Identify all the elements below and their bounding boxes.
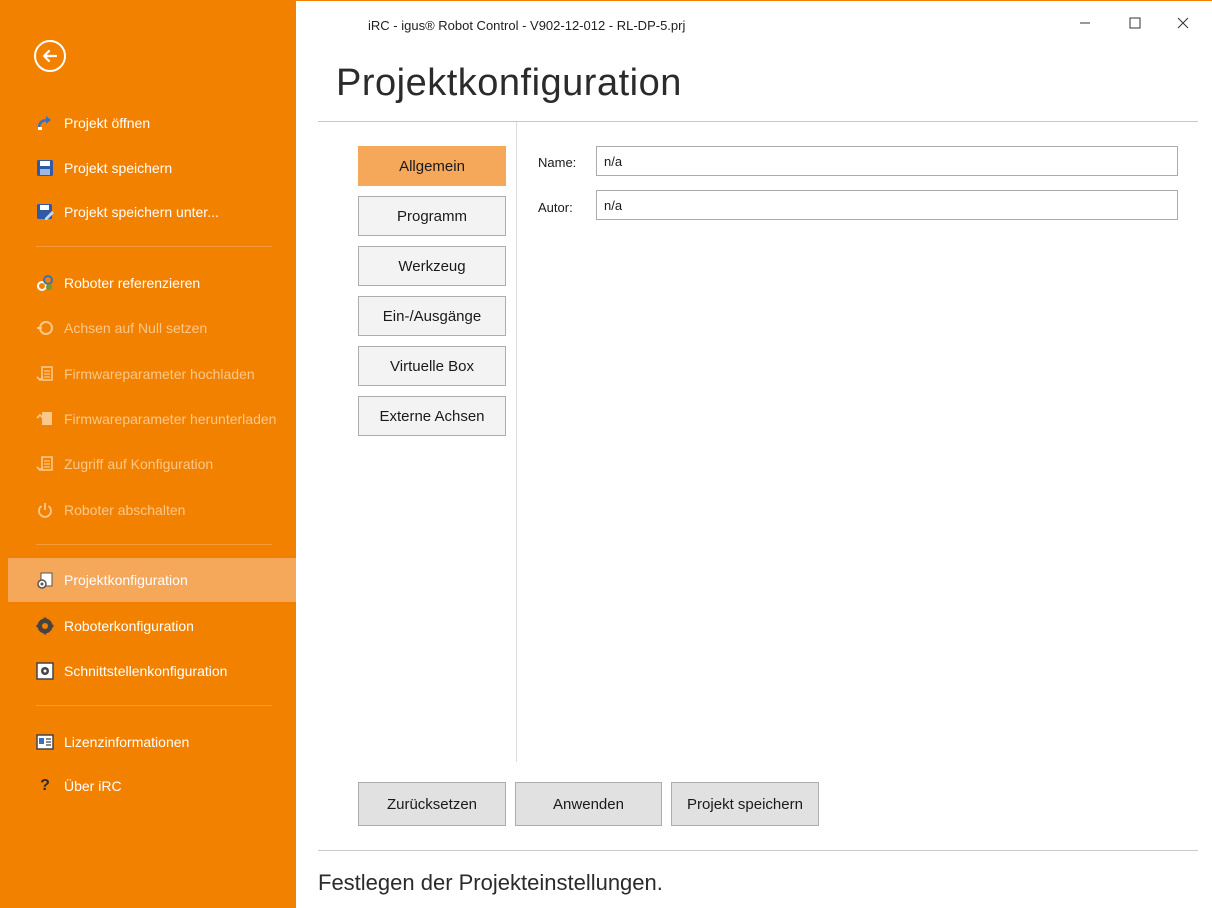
sidebar-item-upload-firmware-params[interactable]: Firmwareparameter hochladen xyxy=(0,352,296,396)
sidebar-item-label: Projekt öffnen xyxy=(64,115,151,131)
sidebar-item-save-project-as[interactable]: Projekt speichern unter... xyxy=(0,190,296,234)
sidebar-item-about-irc[interactable]: ? Über iRC xyxy=(0,764,296,808)
sidebar: Projekt öffnen Projekt speichern Projekt… xyxy=(0,0,296,908)
sidebar-item-zero-axes[interactable]: Achsen auf Null setzen xyxy=(0,306,296,350)
sidebar-item-label: Projektkonfiguration xyxy=(64,572,188,588)
name-field[interactable] xyxy=(596,146,1178,176)
zero-axes-icon xyxy=(36,319,54,337)
minimize-icon[interactable] xyxy=(1070,10,1100,36)
config-access-icon xyxy=(36,455,54,473)
save-icon xyxy=(36,159,54,177)
back-arrow-icon xyxy=(42,49,58,63)
sidebar-item-reference-robot[interactable]: Roboter referenzieren xyxy=(0,261,296,305)
save-as-icon xyxy=(36,203,54,221)
window-top-border xyxy=(296,0,1212,1)
sidebar-item-license-info[interactable]: Lizenzinformationen xyxy=(0,720,296,764)
category-divider xyxy=(516,122,517,762)
sidebar-item-label: Projekt speichern xyxy=(64,160,173,176)
sidebar-item-shutdown-robot[interactable]: Roboter abschalten xyxy=(0,488,296,532)
sidebar-item-open-project[interactable]: Projekt öffnen xyxy=(0,101,296,145)
name-label: Name: xyxy=(538,155,577,170)
sidebar-item-label: Firmwareparameter herunterladen xyxy=(64,411,277,427)
author-field[interactable] xyxy=(596,190,1178,220)
gear-icon xyxy=(36,617,54,635)
reset-button[interactable]: Zurücksetzen xyxy=(358,782,506,826)
page-title: Projektkonfiguration xyxy=(336,62,682,104)
sidebar-separator xyxy=(36,246,272,247)
maximize-icon[interactable] xyxy=(1120,10,1150,36)
sidebar-separator xyxy=(36,705,272,706)
tab-programm[interactable]: Programm xyxy=(358,196,506,236)
sidebar-item-save-project[interactable]: Projekt speichern xyxy=(0,146,296,190)
sidebar-item-label: Achsen auf Null setzen xyxy=(64,320,208,336)
license-icon xyxy=(36,733,54,751)
upload-icon xyxy=(36,365,54,383)
reference-icon xyxy=(36,274,54,292)
tab-externe-achsen[interactable]: Externe Achsen xyxy=(358,396,506,436)
sidebar-item-label: Zugriff auf Konfiguration xyxy=(64,456,214,472)
sidebar-item-download-firmware-params[interactable]: Firmwareparameter herunterladen xyxy=(0,397,296,441)
back-button[interactable] xyxy=(34,40,66,72)
window-title: iRC - igus® Robot Control - V902-12-012 … xyxy=(368,18,686,33)
apply-button[interactable]: Anwenden xyxy=(515,782,662,826)
tab-ein-ausgaenge[interactable]: Ein-/Ausgänge xyxy=(358,296,506,336)
sidebar-item-label: Projekt speichern unter... xyxy=(64,204,219,220)
title-divider xyxy=(318,121,1198,122)
close-icon[interactable] xyxy=(1168,10,1198,36)
sidebar-item-label: Roboter referenzieren xyxy=(64,275,201,291)
interface-config-icon xyxy=(36,662,54,680)
sidebar-item-label: Über iRC xyxy=(64,778,122,794)
sidebar-item-interface-config[interactable]: Schnittstellenkonfiguration xyxy=(0,649,296,693)
tab-werkzeug[interactable]: Werkzeug xyxy=(358,246,506,286)
sidebar-item-label: Lizenzinformationen xyxy=(64,734,190,750)
page-description: Festlegen der Projekteinstellungen. xyxy=(318,870,663,895)
sidebar-item-label: Firmwareparameter hochladen xyxy=(64,366,255,382)
sidebar-separator xyxy=(36,544,272,545)
save-project-button[interactable]: Projekt speichern xyxy=(671,782,819,826)
project-config-icon xyxy=(36,571,54,589)
tab-virtuelle-box[interactable]: Virtuelle Box xyxy=(358,346,506,386)
power-icon xyxy=(36,501,54,519)
sidebar-item-config-access[interactable]: Zugriff auf Konfiguration xyxy=(0,442,296,486)
sidebar-item-robot-config[interactable]: Roboterkonfiguration xyxy=(0,604,296,648)
download-icon xyxy=(36,410,54,428)
tab-allgemein[interactable]: Allgemein xyxy=(358,146,506,186)
sidebar-item-project-config[interactable]: Projektkonfiguration xyxy=(8,558,296,602)
sidebar-item-label: Roboterkonfiguration xyxy=(64,618,194,634)
footer-divider xyxy=(318,850,1198,851)
open-project-icon xyxy=(36,114,54,132)
sidebar-item-label: Roboter abschalten xyxy=(64,502,186,518)
author-label: Autor: xyxy=(538,200,573,215)
help-icon: ? xyxy=(40,777,50,794)
sidebar-item-label: Schnittstellenkonfiguration xyxy=(64,663,228,679)
